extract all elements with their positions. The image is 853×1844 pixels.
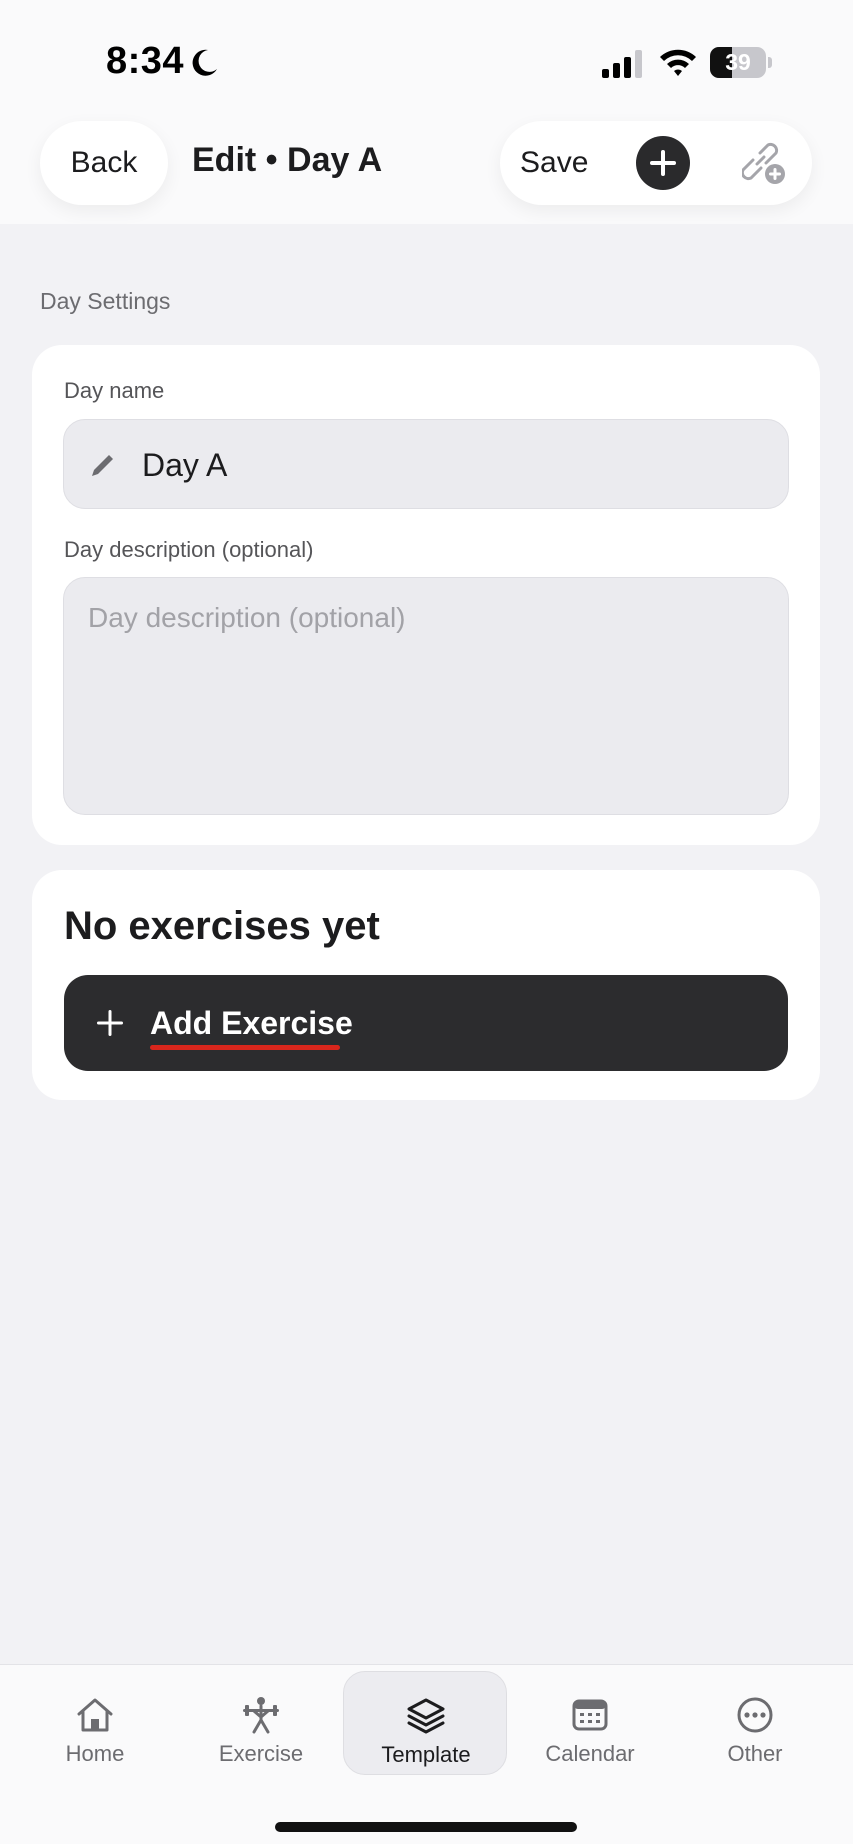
spellcheck-underline (150, 1045, 340, 1050)
status-time: 8:34 (106, 40, 185, 82)
weightlifter-icon (243, 1697, 279, 1734)
pencil-icon (92, 455, 113, 476)
battery-icon: 39 (710, 47, 772, 78)
more-icon (737, 1697, 773, 1733)
tab-label: Other (727, 1741, 783, 1766)
plus-icon (650, 150, 676, 176)
tab-calendar[interactable]: Calendar (508, 1671, 672, 1775)
tab-label: Home (65, 1741, 125, 1766)
link-add-icon[interactable] (742, 141, 788, 187)
section-label-day-settings: Day Settings (40, 288, 171, 314)
add-exercise-button[interactable]: Add Exercise (64, 975, 788, 1071)
back-button[interactable]: Back (40, 121, 168, 205)
battery-body: 39 (710, 47, 766, 78)
calendar-icon (572, 1699, 608, 1731)
plus-icon (97, 1010, 123, 1036)
tab-template[interactable]: Template (343, 1671, 507, 1775)
battery-level: 39 (725, 49, 751, 75)
tab-home[interactable]: Home (13, 1671, 177, 1775)
home-icon (77, 1698, 113, 1732)
day-name-value: Day A (142, 447, 228, 483)
tab-bar: Home Exercise Template Calendar Other (0, 1664, 853, 1844)
tab-label: Calendar (545, 1741, 635, 1766)
day-description-input[interactable]: Day description (optional) (63, 577, 789, 815)
add-button[interactable] (636, 136, 690, 190)
tab-other[interactable]: Other (673, 1671, 837, 1775)
empty-exercises-heading: No exercises yet (64, 904, 380, 948)
wifi-icon (660, 49, 696, 76)
layers-icon (407, 1698, 445, 1734)
add-exercise-label: Add Exercise (150, 1005, 353, 1041)
home-indicator (275, 1822, 577, 1832)
page-title: Edit • Day A (192, 141, 383, 179)
tab-label: Exercise (218, 1741, 304, 1766)
save-button[interactable]: Save (520, 121, 588, 205)
day-description-label: Day description (optional) (64, 537, 314, 562)
back-button-label: Back (70, 146, 138, 179)
day-settings-card: Day name Day A Day description (optional… (32, 345, 820, 845)
tab-label: Template (381, 1742, 471, 1767)
status-bar: 8:34 39 (0, 0, 853, 120)
day-name-label: Day name (64, 378, 165, 403)
day-name-input[interactable]: Day A (63, 419, 789, 509)
cellular-signal-icon (602, 50, 642, 78)
battery-cap (768, 57, 772, 68)
tab-exercise[interactable]: Exercise (179, 1671, 343, 1775)
moon-icon (192, 49, 217, 76)
exercises-card: No exercises yet Add Exercise (32, 870, 820, 1100)
day-description-placeholder: Day description (optional) (88, 602, 406, 633)
header-actions: Save (500, 121, 812, 205)
